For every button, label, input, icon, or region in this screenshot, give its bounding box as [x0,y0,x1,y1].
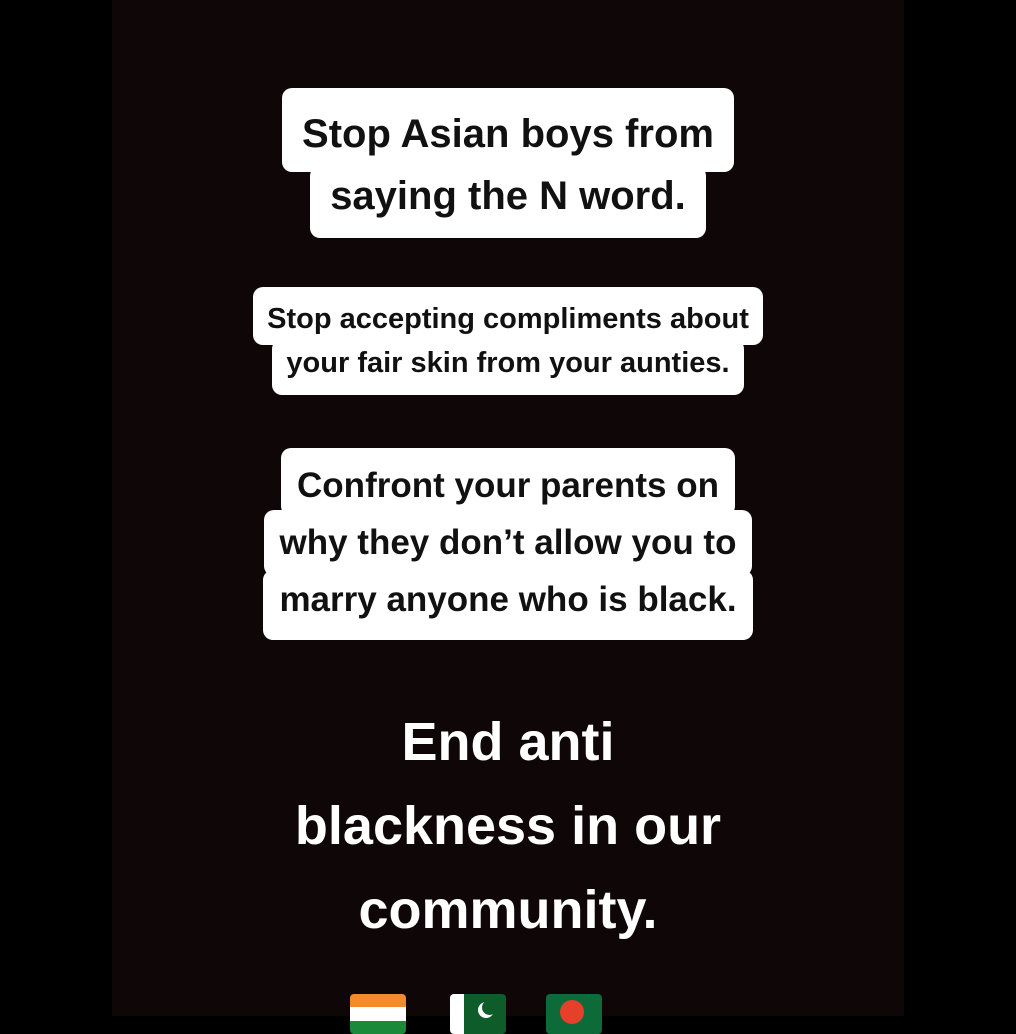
frame: Stop Asian boys from saying the N word. … [0,0,1016,1034]
label-line: your fair skin from your aunties. [272,339,744,395]
label-line: Stop accepting compliments about [253,287,763,345]
headline-text: End anti blackness in our community. [0,700,1016,952]
label-line: Confront your parents on [281,448,735,516]
headline-line: community. [358,880,658,940]
label-line: saying the N word. [310,166,706,238]
headline-line: End anti [401,712,615,772]
label-stop-accepting-compliments: Stop accepting compliments about your fa… [0,287,1016,395]
pakistan-flag-icon [450,994,506,1034]
label-line: marry anyone who is black. [263,570,753,640]
label-confront-parents: Confront your parents on why they don’t … [0,448,1016,640]
bangladesh-flag-icon [546,994,602,1034]
india-flag-icon [350,994,406,1034]
label-line: why they don’t allow you to [263,510,753,576]
label-stop-asian-boys: Stop Asian boys from saying the N word. [0,88,1016,238]
label-line: Stop Asian boys from [282,88,734,172]
headline-line: blackness in our [294,796,722,856]
